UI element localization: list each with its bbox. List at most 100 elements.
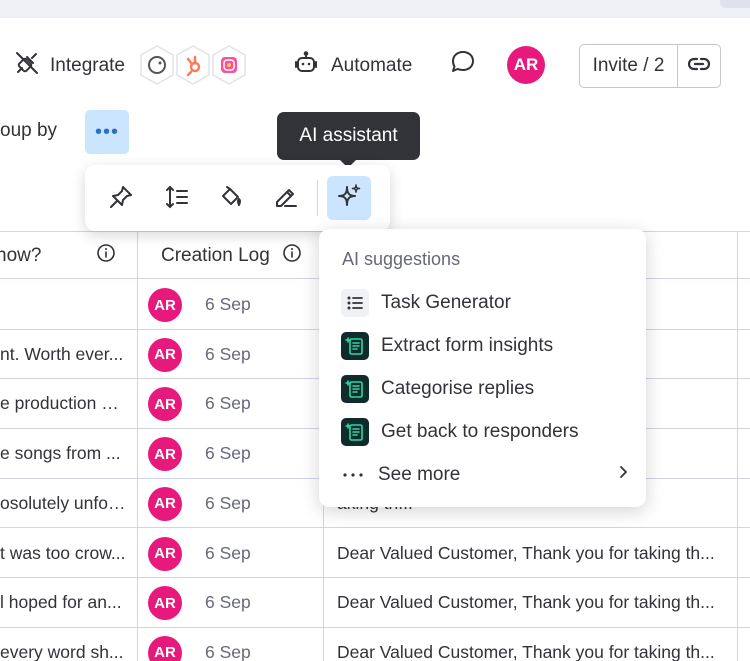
- table-row[interactable]: every word sh... AR 6 Sep Dear Valued Custo…: [0, 628, 750, 661]
- tab-edge: [720, 0, 750, 8]
- table-row[interactable]: l hoped for an... AR 6 Sep Dear Valued Cust…: [0, 578, 750, 628]
- answer-text: e songs from ...: [0, 443, 121, 464]
- answer-cell[interactable]: e production w...: [0, 379, 126, 428]
- automate-label: Automate: [331, 55, 413, 76]
- top-strip: [0, 0, 750, 18]
- invite-control: Invite / 2: [579, 44, 721, 88]
- integrate-label: Integrate: [50, 55, 125, 76]
- app-icon: [210, 44, 248, 86]
- robot-icon: [293, 50, 319, 82]
- edit-button[interactable]: [265, 178, 307, 220]
- avatar[interactable]: AR: [148, 437, 182, 472]
- ai-suggestions-title: AI suggestions: [342, 249, 461, 269]
- reply-text: Dear Valued Customer, Thank you for taki…: [337, 641, 715, 661]
- creation-date: 6 Sep: [205, 492, 251, 513]
- info-icon[interactable]: [96, 243, 116, 269]
- invite-button[interactable]: Invite / 2: [580, 45, 678, 87]
- answer-cell[interactable]: l hoped for an...: [0, 578, 126, 627]
- pin-button[interactable]: [100, 178, 142, 220]
- answer-text: e production w...: [0, 393, 126, 414]
- board-view: Integrate Automate AR Invite / 2 oup by …: [0, 0, 750, 661]
- suggestion-categorise-replies[interactable]: Categorise replies: [341, 371, 631, 407]
- integrate-button[interactable]: Integrate: [14, 48, 125, 84]
- user-avatar[interactable]: AR: [507, 46, 545, 84]
- avatar[interactable]: AR: [148, 536, 182, 571]
- answer-cell[interactable]: nt. Worth ever...: [0, 330, 126, 379]
- creation-date: 6 Sep: [205, 294, 251, 314]
- answer-text: every word sh...: [0, 641, 124, 661]
- answer-text: t was too crow...: [0, 542, 126, 563]
- link-icon: [687, 52, 711, 81]
- answer-text: nt. Worth ever...: [0, 343, 124, 364]
- dots-icon: [341, 461, 365, 489]
- suggestion-task-generator[interactable]: Task Generator: [341, 285, 631, 321]
- column-header-answer[interactable]: now?: [0, 232, 136, 280]
- see-more-button[interactable]: See more: [341, 457, 631, 493]
- creation-date: 6 Sep: [205, 592, 251, 613]
- ai-assistant-tooltip: AI assistant: [277, 112, 420, 168]
- avatar[interactable]: AR: [148, 387, 182, 422]
- more-options-button[interactable]: •••: [85, 110, 129, 154]
- creation-date: 6 Sep: [205, 443, 251, 464]
- ai-suggestions-popover: AI suggestions Task Generator Extract fo…: [319, 229, 646, 507]
- list-icon: [341, 289, 369, 317]
- suggestion-label: Categorise replies: [381, 378, 535, 399]
- reply-text: Dear Valued Customer, Thank you for taki…: [337, 592, 715, 613]
- suggestion-label: Get back to responders: [381, 421, 579, 442]
- answer-cell[interactable]: every word sh...: [0, 628, 126, 661]
- answer-cell[interactable]: t was too crow...: [0, 529, 126, 578]
- answer-cell[interactable]: e songs from ...: [0, 429, 126, 478]
- integrate-icon: [14, 50, 40, 82]
- chevron-right-icon: [615, 464, 631, 486]
- creation-date: 6 Sep: [205, 542, 251, 563]
- column-toolbar: [85, 165, 390, 231]
- answer-text: l hoped for an...: [0, 592, 122, 613]
- suggestion-label: Task Generator: [381, 292, 511, 313]
- sparkle-icon: [335, 182, 363, 215]
- group-by-button[interactable]: oup by: [0, 120, 57, 142]
- info-icon[interactable]: [282, 243, 302, 269]
- automate-button[interactable]: Automate: [293, 48, 412, 84]
- form-ai-icon: [341, 418, 369, 446]
- reply-cell[interactable]: Dear Valued Customer, Thank you for taki…: [337, 578, 722, 627]
- updates-button[interactable]: [449, 50, 479, 80]
- mailchimp-icon: [138, 44, 176, 86]
- chat-bubble-icon: [449, 48, 477, 82]
- row-height-button[interactable]: [156, 178, 198, 220]
- table-row[interactable]: t was too crow... AR 6 Sep Dear Valued Cust…: [0, 529, 750, 579]
- avatar[interactable]: AR: [148, 288, 182, 322]
- reply-text: Dear Valued Customer, Thank you for taki…: [337, 542, 715, 563]
- suggestion-extract-form-insights[interactable]: Extract form insights: [341, 328, 631, 364]
- column-header-creation-log[interactable]: Creation Log: [161, 232, 302, 280]
- reply-cell[interactable]: Dear Valued Customer, Thank you for taki…: [337, 529, 722, 578]
- dots-icon: •••: [94, 120, 119, 143]
- ai-assistant-button[interactable]: [327, 176, 371, 220]
- row-height-icon: [164, 184, 190, 215]
- paint-button[interactable]: [210, 178, 252, 220]
- creation-date: 6 Sep: [205, 641, 251, 661]
- avatar[interactable]: AR: [148, 586, 182, 621]
- creation-date: 6 Sep: [205, 393, 251, 414]
- pin-icon: [108, 184, 134, 215]
- answer-cell[interactable]: [0, 280, 126, 329]
- paint-bucket-icon: [218, 184, 244, 215]
- pencil-icon: [273, 184, 299, 215]
- form-ai-icon: [341, 375, 369, 403]
- see-more-label: See more: [378, 464, 461, 485]
- answer-cell[interactable]: osolutely unfor...: [0, 479, 126, 528]
- avatar[interactable]: AR: [148, 635, 182, 661]
- column-header-creation-log-label: Creation Log: [161, 245, 270, 266]
- toolbar-separator: [317, 180, 318, 216]
- copy-link-button[interactable]: [678, 45, 720, 87]
- form-ai-icon: [341, 332, 369, 360]
- reply-cell[interactable]: Dear Valued Customer, Thank you for taki…: [337, 628, 722, 661]
- answer-text: osolutely unfor...: [0, 492, 126, 513]
- avatar[interactable]: AR: [148, 337, 182, 372]
- avatar[interactable]: AR: [148, 486, 182, 521]
- suggestion-label: Extract form insights: [381, 335, 554, 356]
- suggestion-get-back-to-responders[interactable]: Get back to responders: [341, 414, 631, 450]
- creation-date: 6 Sep: [205, 343, 251, 364]
- column-header-answer-label: now?: [0, 245, 42, 266]
- hubspot-icon: [174, 44, 212, 86]
- integration-logos[interactable]: [138, 44, 246, 86]
